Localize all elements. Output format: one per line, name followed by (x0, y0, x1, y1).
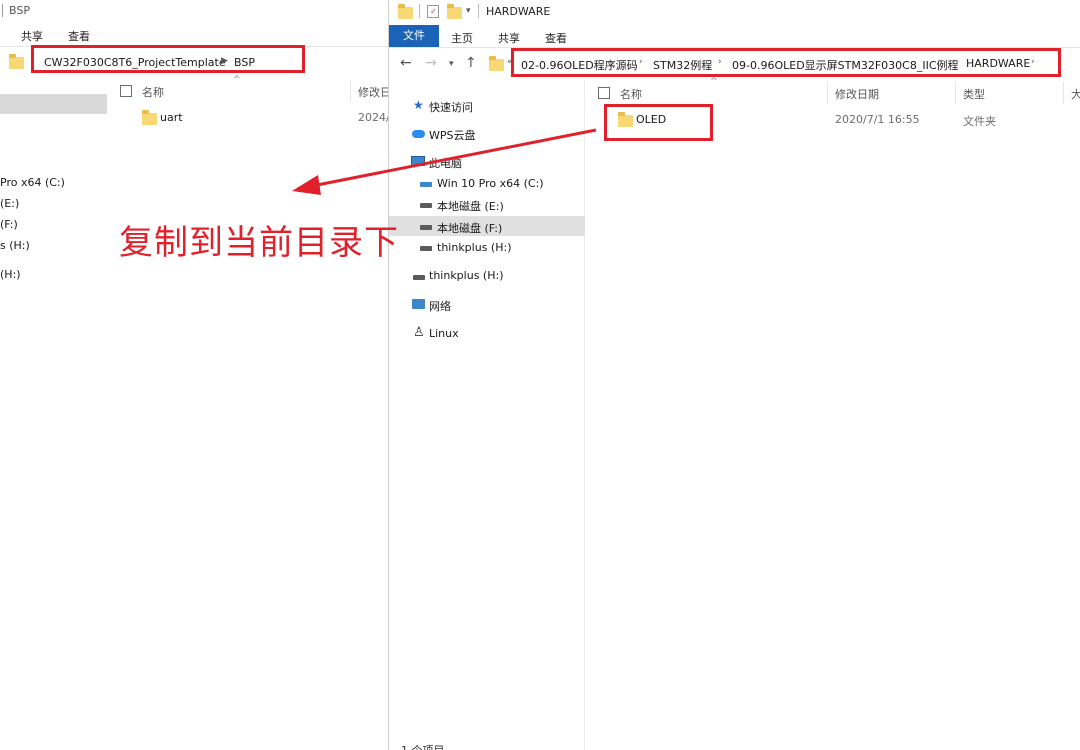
nav-item-quick-access[interactable]: 快速访问 (429, 99, 473, 115)
sort-caret-icon: ^ (233, 75, 241, 85)
toolbar-separator (478, 4, 479, 18)
toolbar-separator (419, 4, 420, 18)
window-title: BSP (9, 4, 30, 17)
nav-item-drive-h[interactable]: s (H:) (0, 239, 30, 252)
folder-icon (489, 56, 504, 71)
nav-item-linux[interactable]: Linux (429, 327, 459, 340)
annotation-label: 复制到当前目录下 (119, 223, 399, 263)
column-header-date[interactable]: 修改日 (358, 84, 388, 100)
nav-item-drive-h-external[interactable]: (H:) (0, 268, 21, 281)
column-header-name[interactable]: 名称 (142, 84, 164, 100)
customize-toolbar-icon[interactable]: ▾ (466, 6, 471, 16)
title-bar: BSP (0, 0, 388, 22)
tab-share[interactable]: 共享 (21, 28, 43, 44)
highlight-box (604, 104, 713, 141)
new-folder-icon[interactable] (447, 4, 462, 19)
status-bar-count: 1 个项目 (401, 742, 445, 750)
forward-arrow-icon[interactable]: → (425, 55, 437, 71)
file-row-date: 2020/7/1 16:55 (835, 113, 920, 126)
folder-icon (142, 110, 157, 125)
nav-item-network[interactable]: 网络 (429, 298, 451, 314)
back-arrow-icon[interactable]: ← (400, 55, 412, 71)
folder-icon (9, 54, 24, 69)
navigation-pane: Pro x64 (C:) (E:) (F:) s (H:) (H:) (0, 80, 108, 750)
highlight-box (31, 45, 305, 73)
nav-item-drive-h[interactable]: thinkplus (H:) (437, 241, 511, 254)
nav-item-this-pc[interactable]: 此电脑 (429, 155, 462, 171)
usb-drive-icon (420, 246, 432, 251)
nav-item-drive-c[interactable]: Pro x64 (C:) (0, 176, 65, 189)
star-icon: ★ (413, 98, 424, 112)
tab-view[interactable]: 查看 (545, 30, 567, 46)
file-row-type: 文件夹 (963, 115, 996, 128)
system-drive-icon (420, 182, 432, 187)
left-explorer-window: BSP 共享 查看 CW32F030C8T6_ProjectTemplate ▶… (0, 0, 388, 750)
sort-caret-icon: ^ (710, 77, 718, 87)
folder-icon (398, 4, 413, 19)
drive-icon (420, 225, 432, 230)
nav-item-drive-e[interactable]: 本地磁盘 (E:) (437, 198, 504, 214)
select-all-checkbox[interactable] (120, 85, 132, 97)
column-divider[interactable] (1063, 82, 1064, 104)
file-row-name[interactable]: uart (160, 111, 183, 124)
file-row-date: 2024/ (358, 111, 388, 124)
tab-view[interactable]: 查看 (68, 28, 90, 44)
tab-share[interactable]: 共享 (498, 30, 520, 46)
linux-icon: ♙ (413, 325, 425, 340)
navigation-pane: ★ 快速访问 WPS云盘 此电脑 Win 10 Pro x64 (C:) 本地磁… (389, 80, 585, 750)
nav-item-drive-c[interactable]: Win 10 Pro x64 (C:) (437, 177, 544, 190)
column-divider[interactable] (955, 82, 956, 104)
tab-file[interactable]: 文件 (389, 25, 439, 47)
network-icon (412, 299, 425, 309)
column-header-date[interactable]: 修改日期 (835, 86, 879, 102)
column-divider[interactable] (827, 82, 828, 104)
title-separator (2, 4, 3, 17)
cloud-icon (412, 130, 425, 138)
usb-drive-icon (413, 275, 425, 280)
tab-home[interactable]: 主页 (451, 30, 473, 46)
ribbon-tabs: 共享 查看 (0, 24, 388, 46)
up-arrow-icon[interactable]: ↑ (465, 55, 477, 71)
computer-icon (411, 156, 425, 166)
window-title: HARDWARE (486, 5, 551, 18)
nav-item-drive-e[interactable]: (E:) (0, 197, 19, 210)
nav-item-drive-f[interactable]: 本地磁盘 (F:) (437, 220, 502, 236)
properties-icon[interactable]: ✓ (427, 5, 439, 18)
drive-icon (420, 203, 432, 208)
column-divider[interactable] (350, 80, 351, 102)
nav-item-drive-f[interactable]: (F:) (0, 218, 18, 231)
right-explorer-window: ✓ ▾ HARDWARE 文件 主页 共享 查看 ← → ▾ ↑ « 02-0.… (388, 0, 1080, 750)
nav-item-wps-cloud[interactable]: WPS云盘 (429, 127, 476, 143)
column-header-name[interactable]: 名称 (620, 86, 642, 102)
select-all-checkbox[interactable] (598, 87, 610, 99)
recent-locations-icon[interactable]: ▾ (449, 59, 454, 69)
column-header-type[interactable]: 类型 (963, 86, 985, 102)
column-header-size[interactable]: 大 (1071, 86, 1080, 102)
nav-selected-row (0, 94, 107, 114)
nav-item-thinkplus[interactable]: thinkplus (H:) (429, 269, 503, 282)
highlight-box (511, 48, 1061, 77)
